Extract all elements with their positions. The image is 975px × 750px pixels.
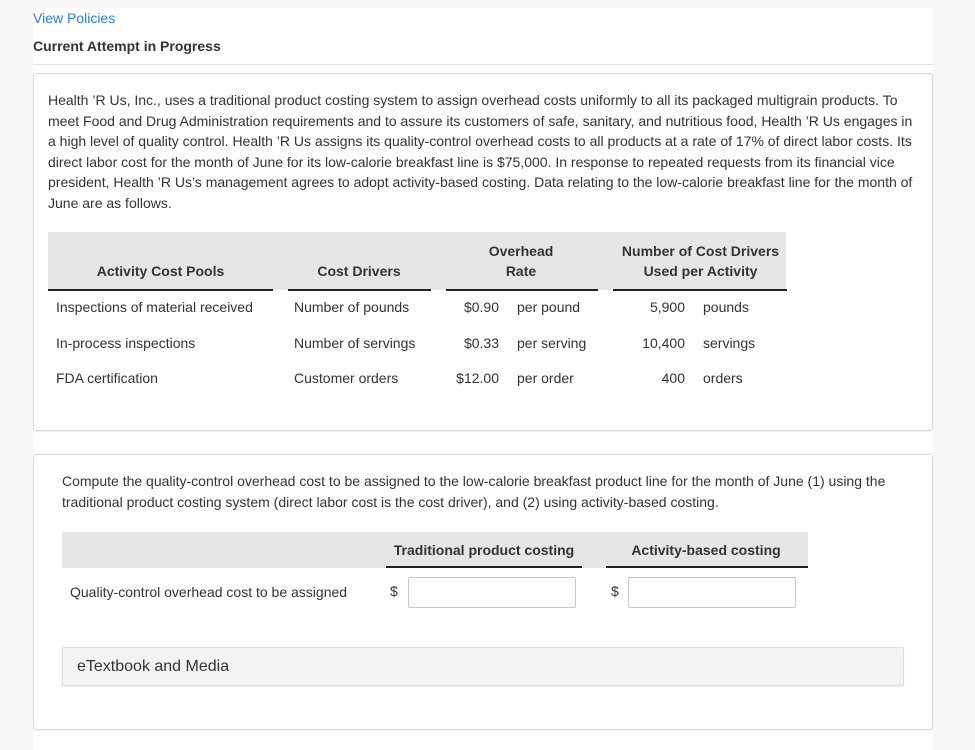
header-divider <box>33 64 933 65</box>
cell-rate: $0.33 <box>463 335 499 351</box>
header-traditional-costing: Traditional product costing <box>393 542 575 558</box>
header-underline <box>613 289 787 291</box>
header-underline <box>48 289 273 291</box>
attempt-status: Current Attempt in Progress <box>33 38 221 54</box>
header-cost-drivers-used-1: Number of Cost Drivers <box>621 243 780 259</box>
problem-statement: Health ’R Us, Inc., uses a traditional p… <box>48 92 913 211</box>
cell-rate: $0.90 <box>463 299 499 315</box>
cell-used: 400 <box>661 370 685 386</box>
cell-used: 10,400 <box>642 335 685 351</box>
header-underline <box>288 289 431 291</box>
cell-used-unit: orders <box>703 370 743 386</box>
view-policies-link[interactable]: View Policies <box>33 10 115 26</box>
cell-used: 5,900 <box>649 299 685 315</box>
cell-driver: Number of servings <box>294 335 416 351</box>
cell-driver: Number of pounds <box>294 299 410 315</box>
cell-driver: Customer orders <box>294 370 399 386</box>
header-cost-drivers-used-2: Used per Activity <box>643 263 758 279</box>
cell-pool: In-process inspections <box>56 335 196 351</box>
cell-rate-unit: per serving <box>517 335 587 351</box>
header-underline <box>446 289 598 291</box>
currency-symbol: $ <box>611 583 619 599</box>
cell-used-unit: pounds <box>703 299 749 315</box>
question-card: Compute the quality-control overhead cos… <box>33 454 933 730</box>
cell-pool: FDA certification <box>56 370 158 386</box>
etextbook-label: eTextbook and Media <box>77 658 230 675</box>
header-activity-cost-pools: Activity Cost Pools <box>96 263 225 279</box>
header-underline <box>606 566 808 568</box>
header-underline <box>386 566 582 568</box>
header-overhead-rate-1: Overhead <box>488 243 554 259</box>
cell-rate-unit: per order <box>517 370 574 386</box>
activity-based-costing-input[interactable] <box>628 577 796 608</box>
cell-pool: Inspections of material received <box>56 299 253 315</box>
header-overhead-rate-2: Rate <box>505 263 537 279</box>
etextbook-and-media-button[interactable]: eTextbook and Media <box>62 647 904 686</box>
overhead-cost-row-label: Quality-control overhead cost to be assi… <box>70 584 348 600</box>
cell-rate-unit: per pound <box>517 299 581 315</box>
traditional-costing-input[interactable] <box>408 577 576 608</box>
cell-used-unit: servings <box>703 335 756 351</box>
problem-card: Health ’R Us, Inc., uses a traditional p… <box>33 73 933 431</box>
currency-symbol: $ <box>390 583 398 599</box>
header-activity-based-costing: Activity-based costing <box>631 542 781 558</box>
header-cost-drivers: Cost Drivers <box>317 263 401 279</box>
question-prompt: Compute the quality-control overhead cos… <box>62 473 886 510</box>
assignment-page: View Policies Current Attempt in Progres… <box>33 8 933 750</box>
cell-rate: $12.00 <box>456 370 499 386</box>
